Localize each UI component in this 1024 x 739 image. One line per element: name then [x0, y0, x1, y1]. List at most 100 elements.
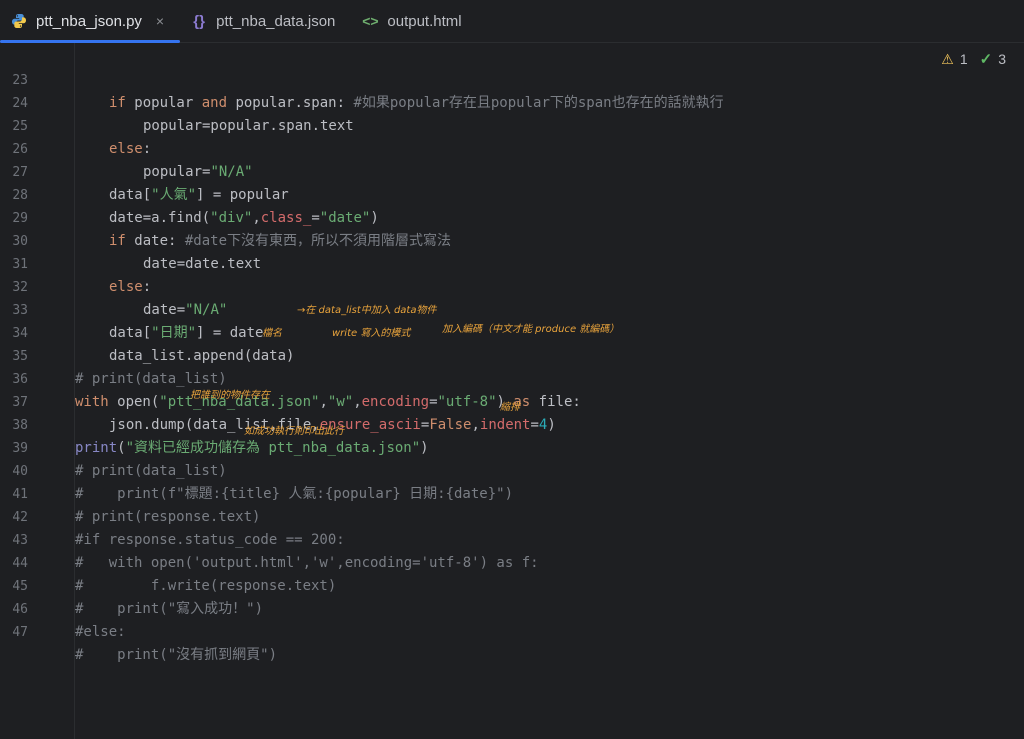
code-token: = — [311, 210, 320, 226]
code-token: ) — [370, 210, 379, 226]
editor-tab-bar: ptt_nba_json.py × {} ptt_nba_data.json <… — [0, 0, 1024, 43]
tab-ptt-nba-json-py[interactable]: ptt_nba_json.py × — [0, 0, 181, 43]
code-token: data[ — [109, 325, 152, 341]
string-literal: "日期" — [151, 325, 197, 341]
code-line-29[interactable]: 29 if date: #date下沒有東西，所以不須用階層式寫法 — [0, 184, 451, 249]
code-line-44[interactable]: 44 # f.write(response.text) — [0, 529, 336, 594]
comment: # print(response.text) — [75, 509, 261, 525]
comment: #if response.status_code == 200: — [75, 532, 345, 548]
keyword: else — [109, 279, 143, 295]
code-token: date: — [125, 233, 185, 249]
code-line-39[interactable]: 39 # print(data_list) — [0, 414, 226, 479]
code-line-26[interactable]: 26 popular="N/A" — [0, 115, 252, 180]
code-token: date= — [143, 302, 186, 318]
comment: # print("寫入成功！") — [75, 601, 264, 617]
string-literal: "N/A" — [185, 302, 228, 318]
code-text: else: — [75, 138, 151, 161]
code-line-23[interactable]: 23 if popular and popular.span: #如果popul… — [0, 46, 723, 111]
keyword-argument: class_ — [260, 210, 312, 226]
code-line-30[interactable]: 30 date=date.text — [0, 207, 261, 272]
code-token: data_list.append(data) — [109, 348, 295, 364]
code-token: : — [142, 279, 152, 295]
code-line-40[interactable]: 40 # print(f"標題:{title} 人氣:{popular} 日期:… — [0, 437, 513, 502]
code-token: : — [142, 141, 152, 157]
string-literal: "N/A" — [210, 164, 253, 180]
tab-label: ptt_nba_data.json — [216, 12, 336, 30]
handwritten-note-write-mode: write 寫入的模式 — [332, 328, 411, 339]
code-line-46[interactable]: 46 #else: — [0, 575, 125, 640]
code-token: popular — [125, 95, 202, 111]
code-token: ( — [117, 440, 126, 456]
code-text: popular="N/A" — [75, 161, 253, 184]
json-file-icon: {} — [193, 12, 205, 30]
string-literal: "資料已經成功儲存為 ptt_nba_data.json" — [125, 440, 421, 456]
code-token: ) — [547, 417, 556, 433]
tab-label: ptt_nba_json.py — [36, 12, 142, 30]
string-literal: "date" — [319, 210, 371, 226]
code-text: print("資料已經成功儲存為 ptt_nba_data.json") — [75, 437, 429, 460]
string-literal: "人氣" — [151, 187, 197, 203]
line-number: 47 — [12, 625, 28, 640]
code-line-33[interactable]: 33 data["日期"] = date — [0, 276, 263, 341]
comment: # print("沒有抓到網頁") — [75, 647, 278, 663]
code-line-47[interactable]: 47 # print("沒有抓到網頁") — [0, 598, 277, 663]
comment: #else: — [75, 624, 126, 640]
code-line-31[interactable]: 31 else: — [0, 230, 151, 295]
python-file-icon — [10, 12, 28, 30]
comment: #如果popular存在且popular下的span也存在的話就執行 — [353, 95, 724, 111]
code-line-35[interactable]: 35 # print(data_list) — [0, 322, 226, 387]
code-token: ] = popular — [196, 187, 289, 203]
code-token: data[ — [109, 187, 152, 203]
keyword-argument: indent — [479, 417, 531, 433]
code-line-34[interactable]: 34 data_list.append(data) — [0, 299, 294, 364]
code-token: popular=popular.span.text — [143, 118, 354, 134]
code-line-37[interactable]: 37 json.dump(data_list,file,ensure_ascii… — [0, 368, 555, 433]
handwritten-note-encoding: 加入編碼（中文才能 produce 就編碼） — [442, 324, 620, 335]
code-editor[interactable]: 23 if popular and popular.span: #如果popul… — [0, 43, 1024, 739]
code-token: , — [353, 394, 362, 410]
code-line-25[interactable]: 25 else: — [0, 92, 151, 157]
code-text: if date: #date下沒有東西，所以不須用階層式寫法 — [75, 230, 451, 253]
code-token: date=a.find( — [109, 210, 211, 226]
code-token: ] = date — [196, 325, 264, 341]
keyword: if — [109, 95, 126, 111]
code-text: date="N/A" — [75, 299, 227, 322]
code-line-42[interactable]: 42 #if response.status_code == 200: — [0, 483, 344, 548]
code-line-24[interactable]: 24 popular=popular.span.text — [0, 69, 353, 134]
keyword: False — [429, 417, 472, 433]
keyword: if — [109, 233, 126, 249]
code-line-43[interactable]: 43 # with open('output.html','w',encodin… — [0, 506, 538, 571]
comment: # print(data_list) — [75, 463, 227, 479]
code-token: file: — [530, 394, 581, 410]
close-tab-icon[interactable]: × — [156, 13, 164, 29]
code-token: popular.span: — [227, 95, 354, 111]
keyword: and — [201, 95, 228, 111]
code-line-28[interactable]: 28 date=a.find("div",class_="date") — [0, 161, 378, 226]
comment: # with open('output.html','w',encoding='… — [75, 555, 539, 571]
comment: #date下沒有東西，所以不須用階層式寫法 — [184, 233, 452, 249]
tab-label: output.html — [387, 12, 462, 30]
code-token: , — [252, 210, 261, 226]
code-line-41[interactable]: 41 # print(response.text) — [0, 460, 260, 525]
code-line-36[interactable]: 36 with open("ptt_nba_data.json","w",enc… — [0, 345, 580, 410]
code-token: = — [530, 417, 539, 433]
tab-ptt-nba-data-json[interactable]: {} ptt_nba_data.json — [180, 0, 351, 42]
code-line-45[interactable]: 45 # print("寫入成功！") — [0, 552, 263, 617]
code-text: if popular and popular.span: #如果popular存… — [75, 92, 724, 115]
tab-output-html[interactable]: <> output.html — [351, 0, 477, 42]
code-token: ) — [420, 440, 429, 456]
code-text: data["日期"] = date — [75, 322, 263, 345]
string-literal: "utf-8" — [437, 394, 497, 410]
code-text: data["人氣"] = popular — [75, 184, 289, 207]
code-text: date=a.find("div",class_="date") — [75, 207, 379, 230]
handwritten-note-append: →在 data_list中加入 data物件 — [297, 305, 437, 316]
keyword: with — [75, 394, 109, 410]
html-file-icon: <> — [362, 13, 379, 29]
code-line-32[interactable]: 32 date="N/A" — [0, 253, 227, 318]
code-line-27[interactable]: 27 data["人氣"] = popular — [0, 138, 288, 203]
code-token: , — [319, 394, 328, 410]
code-token: popular= — [143, 164, 211, 180]
keyword-argument: encoding — [361, 394, 430, 410]
code-token: open( — [108, 394, 160, 410]
code-line-38[interactable]: 38 print("資料已經成功儲存為 ptt_nba_data.json") — [0, 391, 428, 456]
